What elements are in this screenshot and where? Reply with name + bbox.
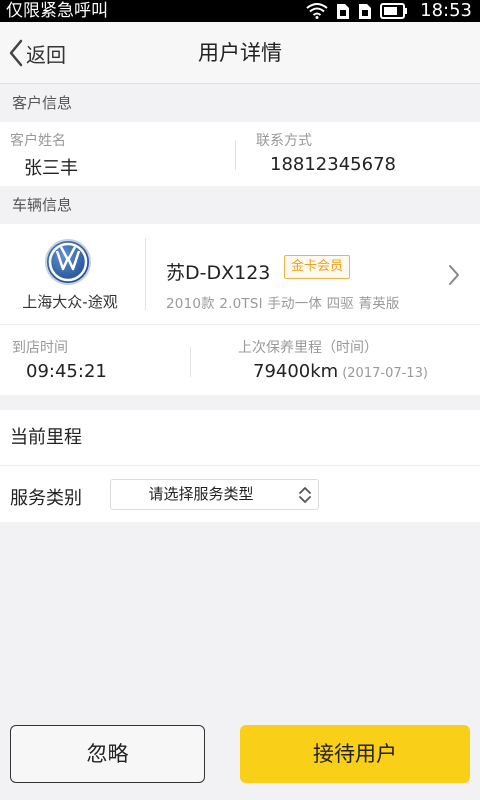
member-badge: 金卡会员 — [284, 255, 351, 279]
customer-section-header: 客户信息 — [0, 84, 480, 122]
ignore-button[interactable]: 忽略 — [10, 725, 205, 783]
contact-value[interactable]: 18812345678 — [270, 154, 396, 175]
updown-arrows-icon — [299, 487, 311, 503]
wifi-icon — [306, 3, 328, 19]
vehicle-section-header: 车辆信息 — [0, 186, 480, 224]
divider — [0, 465, 480, 466]
last-service-mileage: 79400km — [253, 361, 339, 382]
status-icons — [306, 2, 408, 20]
chevron-right-icon[interactable] — [447, 264, 461, 286]
carrier-text: 仅限紧急呼叫 — [6, 1, 108, 21]
divider — [235, 140, 236, 170]
customer-info-panel: 客户姓名 张三丰 联系方式 18812345678 — [0, 122, 480, 186]
status-bar: 仅限紧急呼叫 18:53 — [0, 0, 480, 22]
customer-name-value: 张三丰 — [24, 158, 78, 179]
last-service-label: 上次保养里程（时间） — [238, 340, 378, 356]
page-title: 用户详情 — [198, 41, 282, 65]
service-type-label: 服务类别 — [10, 488, 82, 509]
contact-label: 联系方式 — [256, 133, 312, 149]
service-type-placeholder: 请选择服务类型 — [148, 485, 254, 503]
service-type-select[interactable]: 请选择服务类型 — [110, 479, 319, 510]
customer-name-label: 客户姓名 — [10, 133, 66, 149]
vehicle-brand: 上海大众-途观 — [22, 293, 118, 311]
divider — [145, 238, 146, 310]
vw-logo-icon — [45, 239, 91, 285]
receive-customer-button[interactable]: 接待用户 — [240, 725, 470, 783]
vehicle-model: 2010款 2.0TSI 手动一体 四驱 菁英版 — [166, 296, 400, 312]
last-service-date: (2017-07-13) — [342, 366, 428, 381]
clock: 18:53 — [420, 0, 472, 21]
arrival-time-value: 09:45:21 — [26, 361, 107, 382]
license-plate: 苏D-DX123 — [166, 262, 271, 284]
battery-icon — [380, 3, 407, 19]
sim-icon — [337, 3, 349, 19]
service-info-panel: 到店时间 09:45:21 上次保养里程（时间） 79400km (2017-07… — [0, 325, 480, 395]
current-mileage-label: 当前里程 — [10, 427, 82, 448]
sim-icon — [359, 3, 371, 19]
divider — [190, 347, 191, 377]
arrival-time-label: 到店时间 — [12, 340, 68, 356]
nav-bar: 返回 用户详情 — [0, 22, 480, 84]
last-service-value: 79400km (2017-07-13) — [253, 361, 428, 382]
